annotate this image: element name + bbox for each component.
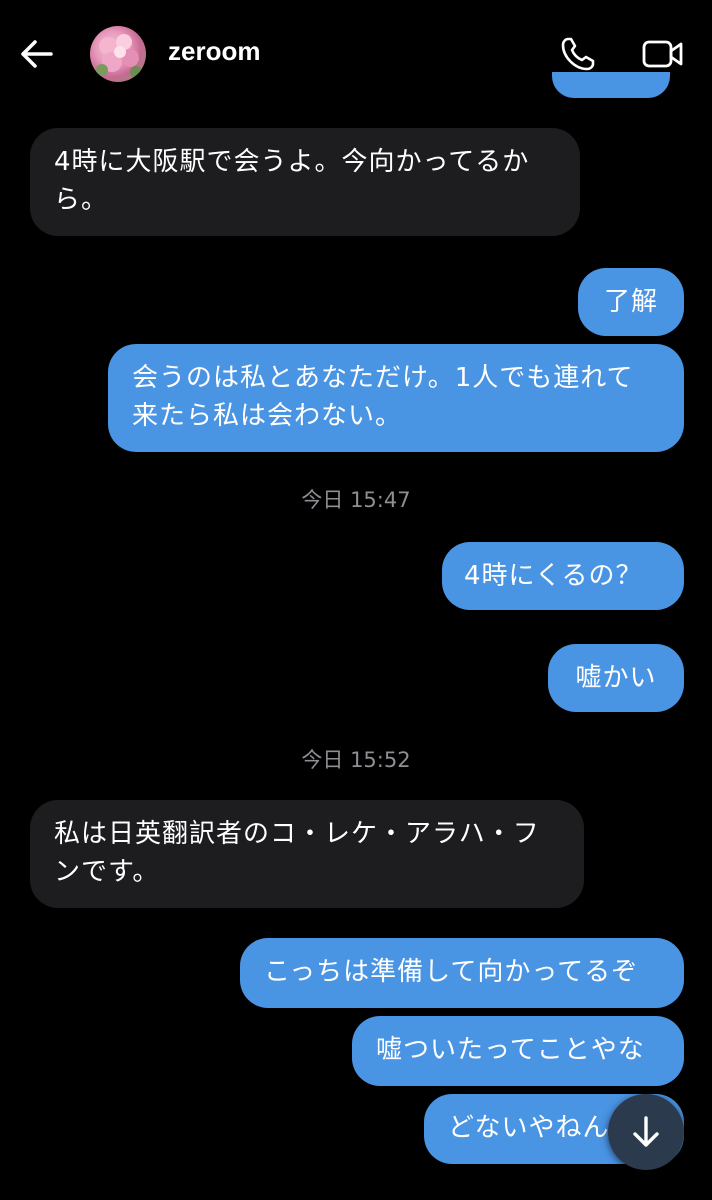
message-text: 嘘かい [575,663,657,693]
message-text: 嘘ついたってことやな [376,1035,645,1065]
flower-photo-icon [96,34,142,78]
message-text: 私は日英翻訳者のコ・レケ・アラハ・フンです。 [54,819,540,887]
message-text: 4時に大阪駅で会うよ。今向かってるから。 [54,147,530,215]
voice-call-button[interactable] [556,32,600,76]
video-call-button[interactable] [638,32,688,76]
scroll-to-bottom-button[interactable] [608,1094,684,1170]
message-bubble-outgoing[interactable]: 嘘ついたってことやな [352,1016,684,1086]
message-text: こっちは準備して向かってるぞ [264,957,639,987]
avatar[interactable] [90,26,146,82]
message-bubble-outgoing[interactable]: こっちは準備して向かってるぞ [240,938,684,1008]
message-text: 了解 [603,287,658,317]
message-bubble-outgoing[interactable]: 会うのは私とあなただけ。1人でも連れて来たら私は会わない。 [108,344,684,452]
phone-icon [561,37,595,71]
contact-name[interactable]: zeroom [168,36,260,67]
message-bubble-outgoing[interactable]: 4時にくるの？ [442,542,684,610]
message-bubble-incoming[interactable]: 私は日英翻訳者のコ・レケ・アラハ・フンです。 [30,800,584,908]
back-button[interactable] [16,34,56,74]
message-text: どないやねん [448,1113,610,1143]
arrow-left-icon [21,40,53,68]
timestamp: 今日 15:47 [301,488,411,512]
message-bubble-outgoing[interactable]: 了解 [578,268,684,336]
timestamp: 今日 15:52 [301,748,411,772]
message-text: 4時にくるの？ [464,561,643,591]
message-text: 会うのは私とあなただけ。1人でも連れて来たら私は会わない。 [132,363,634,431]
message-bubble-outgoing[interactable]: 嘘かい [548,644,684,712]
previous-message-bubble [552,72,670,98]
video-camera-icon [642,40,683,68]
message-bubble-incoming[interactable]: 4時に大阪駅で会うよ。今向かってるから。 [30,128,580,236]
arrow-down-icon [633,1116,659,1147]
